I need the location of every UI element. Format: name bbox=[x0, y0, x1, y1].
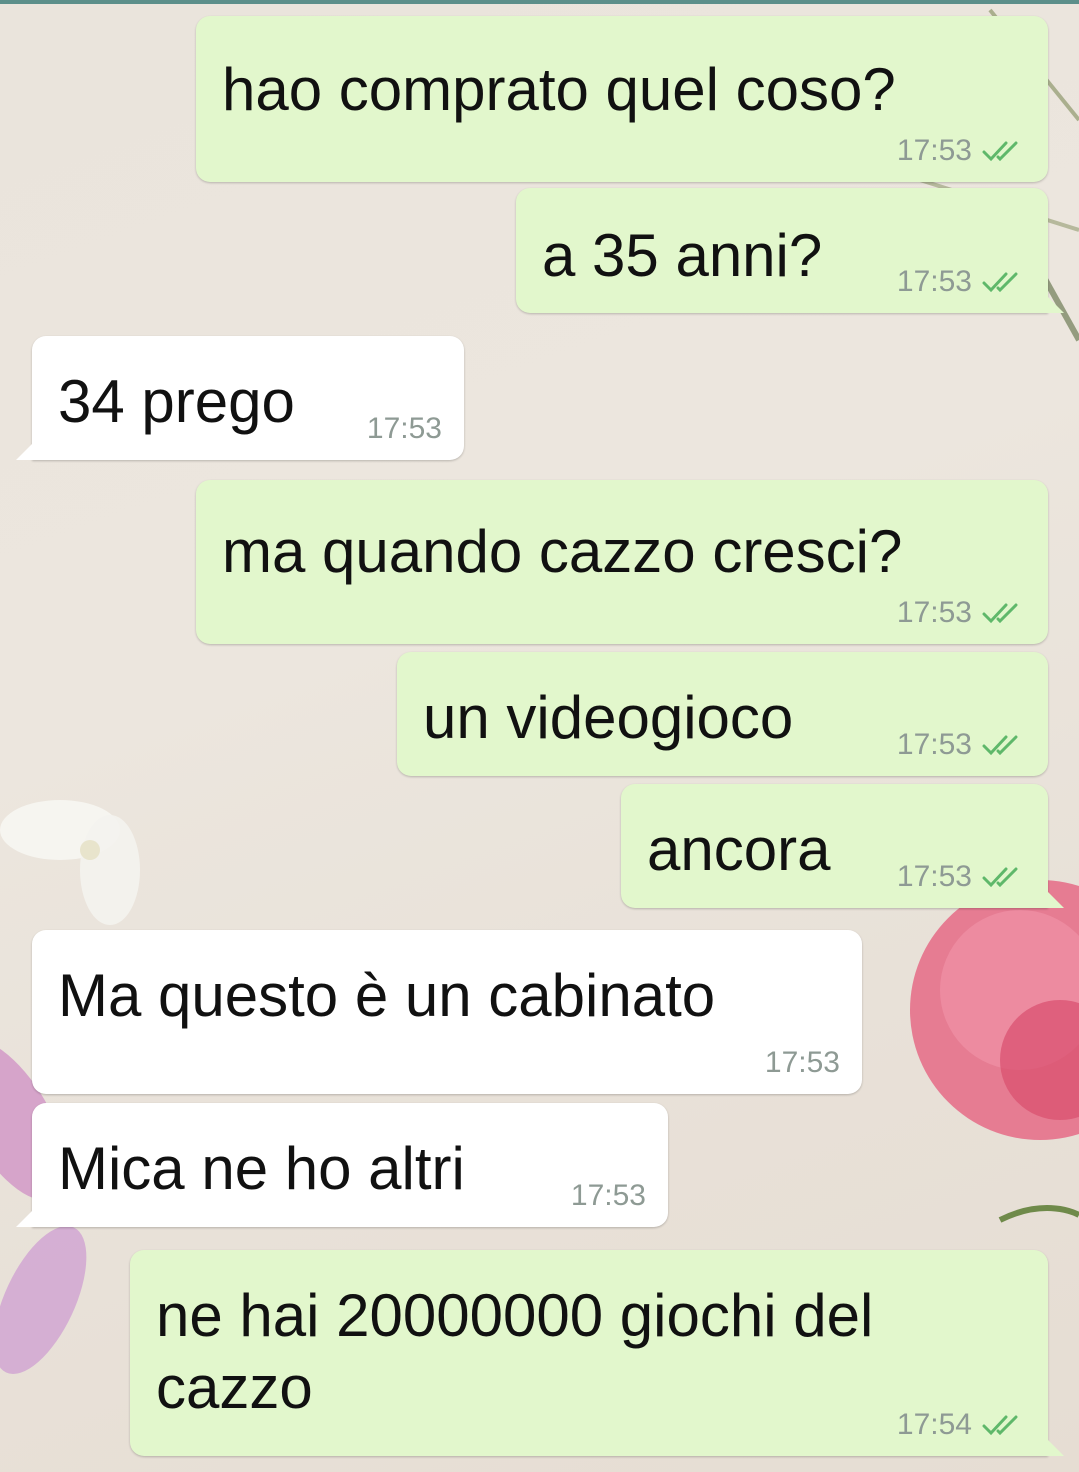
message-time: 17:53 bbox=[896, 265, 972, 298]
message-text: ne hai 20000000 giochi del cazzo bbox=[156, 1282, 874, 1421]
message-bubble-outgoing[interactable]: hao comprato quel coso? 17:53 bbox=[196, 16, 1048, 182]
message-time: 17:53 bbox=[366, 412, 442, 445]
chat-area[interactable]: hao comprato quel coso? 17:53 a 35 anni?… bbox=[0, 0, 1079, 1472]
message-text: ma quando cazzo cresci? bbox=[222, 518, 903, 585]
message-bubble-outgoing[interactable]: a 35 anni? 17:53 bbox=[516, 188, 1064, 313]
double-check-icon bbox=[982, 603, 1018, 624]
message-time: 17:53 bbox=[896, 596, 972, 629]
message-time: 17:54 bbox=[896, 1408, 972, 1441]
message-text: Ma questo è un cabinato bbox=[58, 962, 716, 1029]
message-bubble-outgoing[interactable]: ma quando cazzo cresci? 17:53 bbox=[196, 480, 1048, 644]
message-text: a 35 anni? bbox=[542, 222, 823, 289]
bubble-tail bbox=[1046, 1438, 1064, 1456]
message-text: un videogioco bbox=[423, 684, 794, 751]
message-bubble-outgoing[interactable]: ancora 17:53 bbox=[621, 784, 1064, 908]
double-check-icon bbox=[982, 735, 1018, 756]
message-bubble-incoming[interactable]: Mica ne ho altri 17:53 bbox=[16, 1103, 668, 1227]
message-bubble-incoming[interactable]: 34 prego 17:53 bbox=[16, 336, 464, 460]
double-check-icon bbox=[982, 867, 1018, 888]
message-text: 34 prego bbox=[58, 368, 295, 435]
message-bubble-outgoing[interactable]: ne hai 20000000 giochi del cazzo 17:54 bbox=[130, 1250, 1064, 1456]
message-text: Mica ne ho altri bbox=[58, 1135, 465, 1202]
bubble-tail bbox=[16, 442, 34, 460]
message-time: 17:53 bbox=[570, 1179, 646, 1212]
message-time: 17:53 bbox=[764, 1046, 840, 1079]
bubble-tail bbox=[16, 1209, 34, 1227]
message-time: 17:53 bbox=[896, 134, 972, 167]
message-text: hao comprato quel coso? bbox=[222, 56, 896, 123]
message-text: ancora bbox=[647, 816, 831, 883]
message-time: 17:53 bbox=[896, 728, 972, 761]
bubble-tail bbox=[1046, 890, 1064, 908]
message-time: 17:53 bbox=[896, 860, 972, 893]
double-check-icon bbox=[982, 272, 1018, 293]
message-bubble-outgoing[interactable]: un videogioco 17:53 bbox=[397, 652, 1048, 776]
bubble-tail bbox=[1046, 295, 1064, 313]
double-check-icon bbox=[982, 141, 1018, 162]
double-check-icon bbox=[982, 1415, 1018, 1436]
message-bubble-incoming[interactable]: Ma questo è un cabinato 17:53 bbox=[32, 930, 862, 1094]
